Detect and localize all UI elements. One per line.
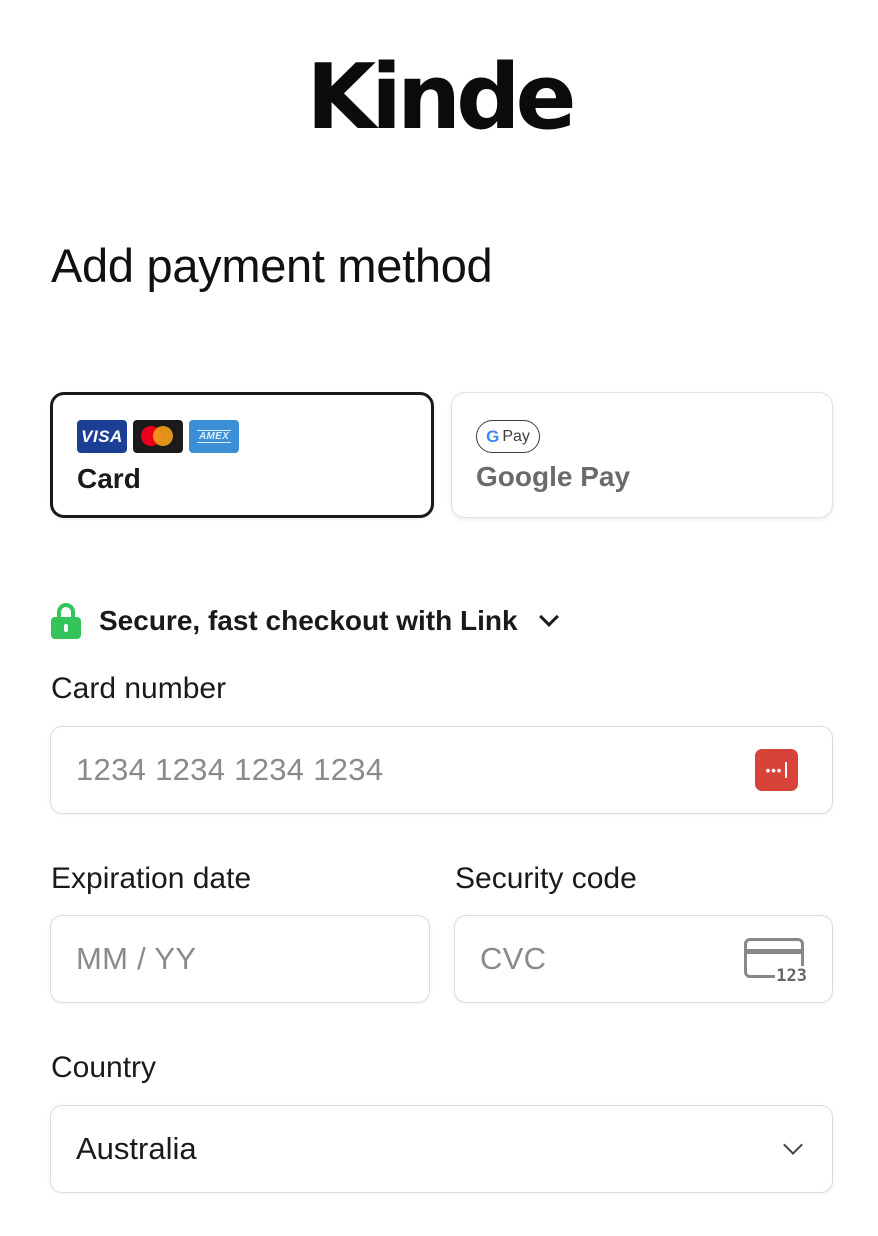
security-code-input[interactable] (480, 916, 752, 1002)
chevron-down-icon (783, 1135, 803, 1155)
cvc-card-icon: 123 (744, 938, 808, 986)
page-title: Add payment method (51, 239, 493, 292)
kinde-logo: Kinde (306, 45, 576, 150)
country-label: Country (51, 1051, 157, 1084)
google-pay-brand: G Pay (476, 420, 540, 453)
card-number-input[interactable] (76, 727, 639, 813)
expiration-date-field-box (50, 915, 430, 1003)
link-checkout-text: Secure, fast checkout with Link (99, 605, 518, 636)
chevron-down-icon (538, 607, 559, 627)
mastercard-icon (133, 420, 183, 453)
lock-icon (51, 603, 81, 639)
country-select[interactable]: Australia (50, 1105, 833, 1193)
country-select-value: Australia (76, 1131, 197, 1166)
tab-google-pay-label: Google Pay (476, 461, 631, 492)
tab-google-pay[interactable]: G Pay Google Pay (451, 392, 833, 518)
google-pay-icon: G Pay (476, 420, 540, 453)
card-number-field-box: ••• (50, 726, 833, 814)
expiration-date-input[interactable] (76, 916, 349, 1002)
card-brands: VISA AMEX (77, 420, 239, 453)
tab-card[interactable]: VISA AMEX Card (50, 392, 434, 518)
security-code-label: Security code (455, 862, 637, 895)
link-checkout-toggle[interactable]: Secure, fast checkout with Link (51, 598, 559, 644)
card-number-label: Card number (51, 672, 227, 705)
expiration-date-label: Expiration date (51, 862, 252, 895)
visa-icon: VISA (77, 420, 127, 453)
security-code-field-box: 123 (454, 915, 833, 1003)
amex-icon: AMEX (189, 420, 239, 453)
password-manager-icon[interactable]: ••• (755, 749, 798, 791)
tab-card-label: Card (77, 463, 141, 494)
payment-page: Kinde Add payment method VISA AMEX Card … (0, 0, 878, 1236)
